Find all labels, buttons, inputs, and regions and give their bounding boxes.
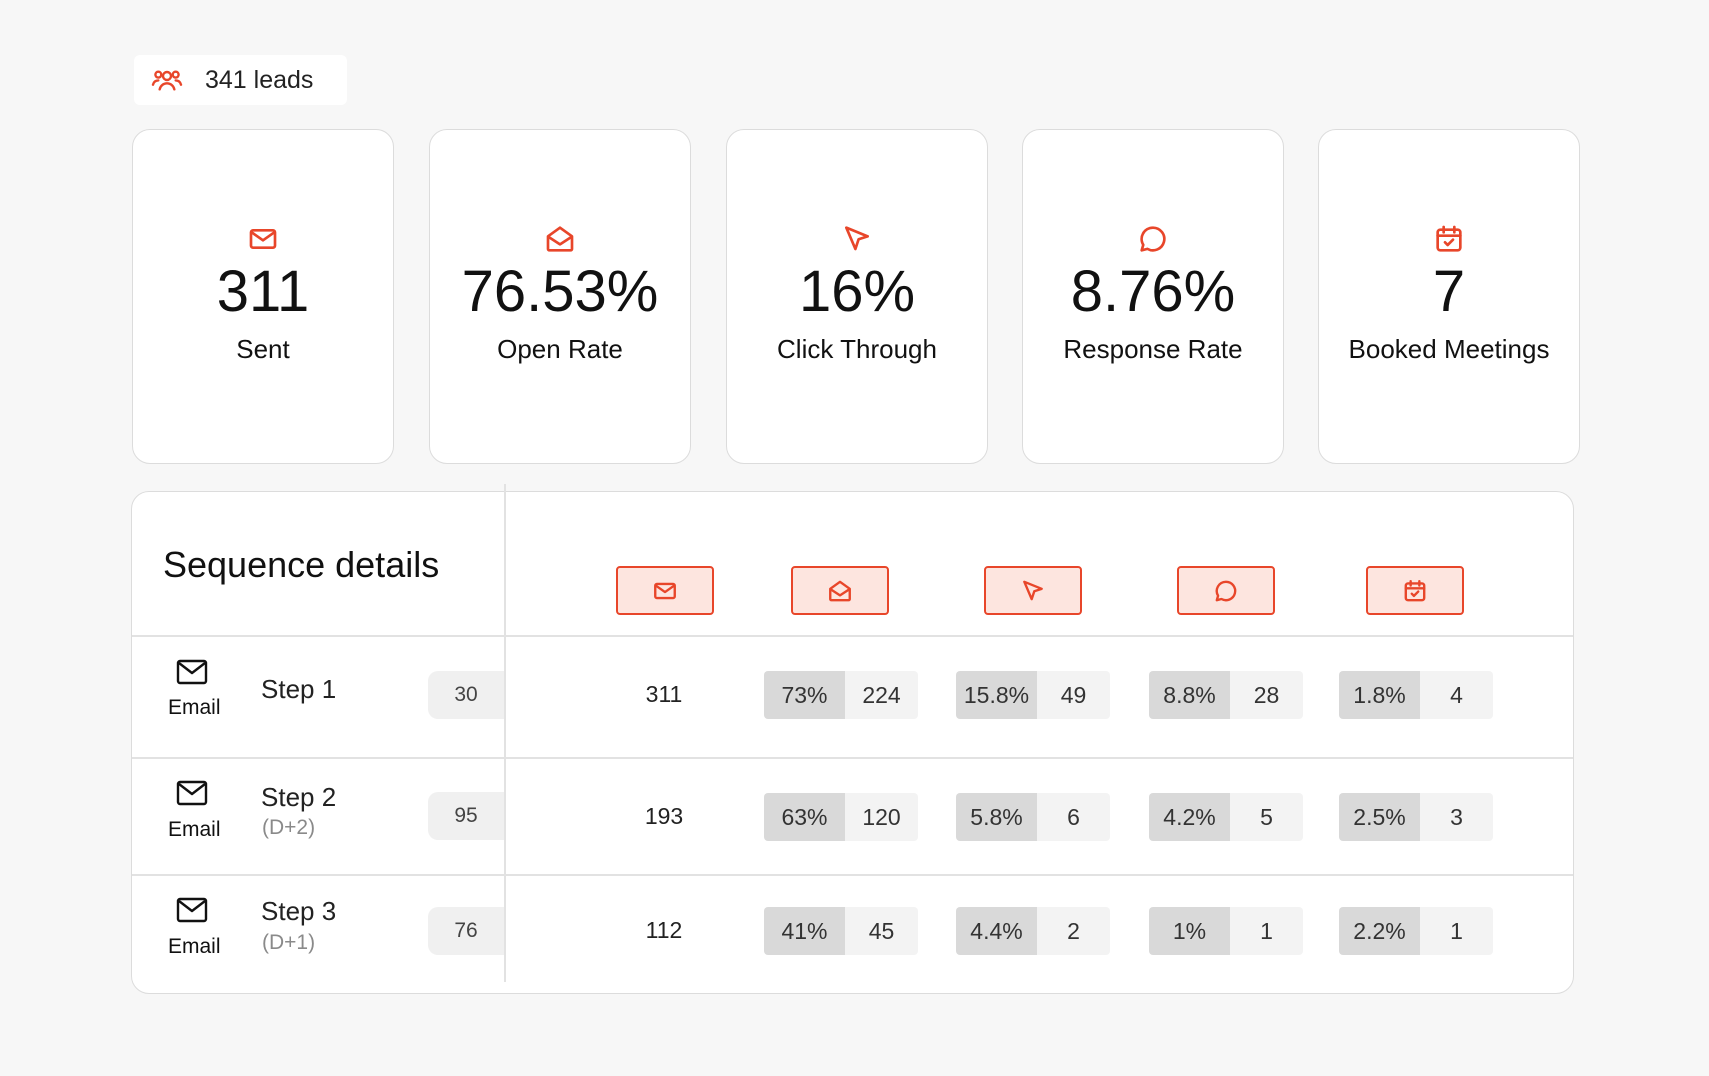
- header-sent[interactable]: [616, 566, 714, 615]
- table-row[interactable]: Email Step 3 (D+1) 76 112 41% 45 4.4% 2 …: [132, 875, 1573, 992]
- step-delay: (D+1): [262, 931, 316, 954]
- card-booked-meetings: 7 Booked Meetings: [1318, 129, 1580, 464]
- card-label: Booked Meetings: [1348, 334, 1550, 364]
- step-count: 95: [428, 792, 504, 840]
- users-icon: [151, 70, 183, 91]
- step-name: Step 1: [261, 674, 337, 704]
- card-value: 76.53%: [461, 259, 659, 324]
- step-name: Step 3: [261, 896, 337, 926]
- card-value: 7: [1432, 259, 1466, 324]
- mail-icon: [654, 582, 676, 599]
- click-cell: 15.8% 49: [956, 671, 1110, 719]
- step-count: 30: [428, 671, 504, 719]
- response-num: 1: [1230, 907, 1303, 955]
- open-num: 120: [845, 793, 918, 841]
- open-cell: 63% 120: [764, 793, 918, 841]
- booked-pct: 1.8%: [1339, 671, 1420, 719]
- click-pct: 4.4%: [956, 907, 1037, 955]
- booked-num: 1: [1420, 907, 1493, 955]
- click-num: 6: [1037, 793, 1110, 841]
- header-open[interactable]: [791, 566, 889, 615]
- booked-cell: 1.8% 4: [1339, 671, 1493, 719]
- open-pct: 63%: [764, 793, 845, 841]
- booked-cell: 2.5% 3: [1339, 793, 1493, 841]
- header-click[interactable]: [984, 566, 1082, 615]
- open-num: 224: [845, 671, 918, 719]
- calendar-check-icon: [1404, 579, 1426, 601]
- booked-pct: 2.5%: [1339, 793, 1420, 841]
- channel-label: Email: [168, 696, 221, 719]
- step-delay: (D+2): [262, 816, 316, 839]
- card-value: 8.76%: [1070, 259, 1236, 324]
- channel-label: Email: [168, 935, 221, 958]
- response-pct: 8.8%: [1149, 671, 1230, 719]
- response-num: 5: [1230, 793, 1303, 841]
- sequence-details-table: Sequence details Email Step 1 30 311 73%…: [131, 484, 1574, 994]
- cursor-icon: [845, 226, 869, 251]
- header-response[interactable]: [1177, 566, 1275, 615]
- section-title: Sequence details: [163, 544, 440, 585]
- leads-badge: 341 leads: [134, 55, 347, 105]
- step-name: Step 2: [261, 782, 337, 812]
- click-cell: 4.4% 2: [956, 907, 1110, 955]
- click-cell: 5.8% 6: [956, 793, 1110, 841]
- card-response-rate: 8.76% Response Rate: [1022, 129, 1284, 464]
- card-label: Open Rate: [497, 334, 623, 364]
- response-cell: 8.8% 28: [1149, 671, 1303, 719]
- response-num: 28: [1230, 671, 1303, 719]
- card-click-through: 16% Click Through: [726, 129, 988, 464]
- card-label: Response Rate: [1063, 334, 1243, 364]
- card-value: 311: [216, 259, 310, 324]
- sent-value: 311: [645, 681, 683, 707]
- card-value: 16%: [798, 259, 916, 324]
- mail-icon: [249, 229, 277, 249]
- table-row[interactable]: Email Step 1 30 311 73% 224 15.8% 49 8.8…: [132, 636, 1573, 757]
- sent-value: 193: [644, 803, 684, 829]
- booked-pct: 2.2%: [1339, 907, 1420, 955]
- click-pct: 15.8%: [956, 671, 1037, 719]
- open-cell: 41% 45: [764, 907, 918, 955]
- open-cell: 73% 224: [764, 671, 918, 719]
- mail-icon: [176, 780, 208, 806]
- mail-icon: [176, 897, 208, 923]
- card-sent: 311 Sent: [132, 129, 394, 464]
- cursor-icon: [1023, 580, 1043, 600]
- open-num: 45: [845, 907, 918, 955]
- mail-icon: [176, 659, 208, 685]
- mail-open-icon: [829, 580, 851, 601]
- booked-cell: 2.2% 1: [1339, 907, 1493, 955]
- click-pct: 5.8%: [956, 793, 1037, 841]
- click-num: 49: [1037, 671, 1110, 719]
- card-label: Click Through: [777, 334, 937, 364]
- open-pct: 73%: [764, 671, 845, 719]
- response-cell: 4.2% 5: [1149, 793, 1303, 841]
- table-row[interactable]: Email Step 2 (D+2) 95 193 63% 120 5.8% 6…: [132, 758, 1573, 874]
- booked-num: 4: [1420, 671, 1493, 719]
- chat-icon: [1140, 226, 1166, 252]
- booked-num: 3: [1420, 793, 1493, 841]
- calendar-check-icon: [1436, 225, 1462, 252]
- response-pct: 4.2%: [1149, 793, 1230, 841]
- step-count: 76: [428, 907, 504, 955]
- response-pct: 1%: [1149, 907, 1230, 955]
- channel-label: Email: [168, 818, 221, 841]
- card-label: Sent: [236, 334, 290, 364]
- sent-value: 112: [645, 917, 683, 943]
- header-booked[interactable]: [1366, 566, 1464, 615]
- open-pct: 41%: [764, 907, 845, 955]
- card-open-rate: 76.53% Open Rate: [429, 129, 691, 464]
- chat-icon: [1215, 580, 1237, 601]
- mail-open-icon: [546, 226, 574, 252]
- click-num: 2: [1037, 907, 1110, 955]
- leads-count: 341 leads: [205, 65, 314, 94]
- response-cell: 1% 1: [1149, 907, 1303, 955]
